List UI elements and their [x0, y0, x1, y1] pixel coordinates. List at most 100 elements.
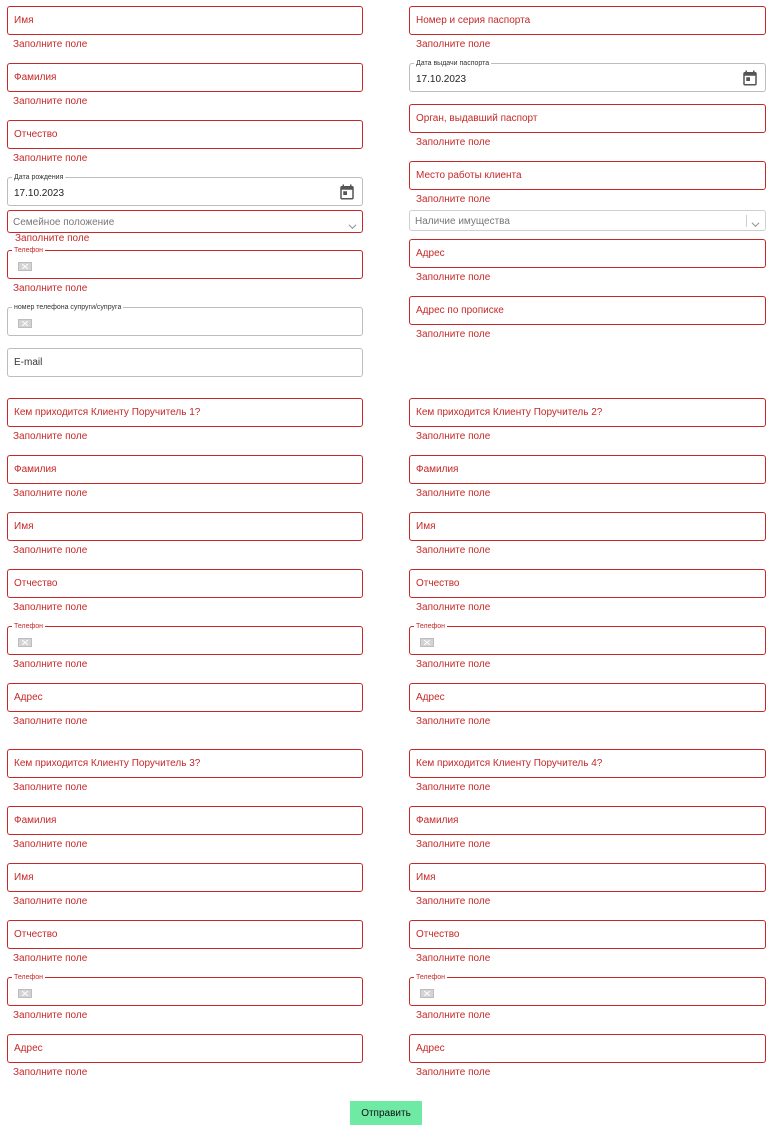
country-flag-icon[interactable]	[420, 989, 434, 998]
calendar-icon[interactable]	[741, 69, 759, 92]
marital-status-select[interactable]: Семейное положение	[7, 210, 363, 233]
guarantor-4-address-error: Заполните поле	[416, 1067, 491, 1078]
guarantor-4-relation-error: Заполните поле	[416, 782, 491, 793]
client-patronymic-error: Заполните поле	[13, 153, 88, 164]
guarantor-2-name-error: Заполните поле	[416, 545, 491, 556]
guarantor-1-relation-field[interactable]: Кем приходится Клиенту Поручитель 1?	[7, 398, 363, 427]
guarantor-4-address-field[interactable]: Адрес	[409, 1034, 766, 1063]
guarantor-3-surname-field[interactable]: Фамилия	[7, 806, 363, 835]
passport-issuer-placeholder: Орган, выдавший паспорт	[416, 113, 538, 124]
registration-address-error: Заполните поле	[416, 329, 491, 340]
guarantor-3-patronymic-placeholder: Отчество	[14, 929, 58, 940]
client-name-field[interactable]: Имя	[7, 6, 363, 35]
submit-button[interactable]: Отправить	[350, 1101, 422, 1125]
guarantor-1-relation-error: Заполните поле	[13, 431, 88, 442]
client-address-error: Заполните поле	[416, 272, 491, 283]
guarantor-2-patronymic-field[interactable]: Отчество	[409, 569, 766, 598]
client-surname-field[interactable]: Фамилия	[7, 63, 363, 92]
workplace-error: Заполните поле	[416, 194, 491, 205]
guarantor-1-relation-placeholder: Кем приходится Клиенту Поручитель 1?	[14, 407, 201, 418]
client-address-field[interactable]: Адрес	[409, 239, 766, 268]
guarantor-4-phone-field[interactable]: Телефон	[409, 973, 766, 1006]
passport-number-field[interactable]: Номер и серия паспорта	[409, 6, 766, 35]
guarantor-4-surname-error: Заполните поле	[416, 839, 491, 850]
guarantor-2-address-error: Заполните поле	[416, 716, 491, 727]
guarantor-1-patronymic-placeholder: Отчество	[14, 578, 58, 589]
client-surname-error: Заполните поле	[13, 96, 88, 107]
property-select[interactable]: Наличие имущества	[409, 210, 766, 231]
guarantor-2-relation-field[interactable]: Кем приходится Клиенту Поручитель 2?	[409, 398, 766, 427]
client-patronymic-field[interactable]: Отчество	[7, 120, 363, 149]
passport-date-value: 17.10.2023	[416, 74, 467, 85]
guarantor-3-name-error: Заполните поле	[13, 896, 88, 907]
client-phone-field[interactable]: Телефон	[7, 246, 363, 279]
guarantor-4-patronymic-placeholder: Отчество	[416, 929, 460, 940]
guarantor-3-phone-field[interactable]: Телефон	[7, 973, 363, 1006]
client-phone-error: Заполните поле	[13, 283, 88, 294]
email-field[interactable]: E-mail	[7, 348, 363, 377]
guarantor-1-phone-error: Заполните поле	[13, 659, 88, 670]
country-flag-icon[interactable]	[420, 638, 434, 647]
workplace-placeholder: Место работы клиента	[416, 170, 522, 181]
guarantor-2-phone-field[interactable]: Телефон	[409, 622, 766, 655]
guarantor-3-name-field[interactable]: Имя	[7, 863, 363, 892]
guarantor-2-surname-field[interactable]: Фамилия	[409, 455, 766, 484]
passport-number-error: Заполните поле	[416, 39, 491, 50]
country-flag-icon[interactable]	[18, 989, 32, 998]
guarantor-3-surname-placeholder: Фамилия	[14, 815, 57, 826]
workplace-field[interactable]: Место работы клиента	[409, 161, 766, 190]
guarantor-4-patronymic-field[interactable]: Отчество	[409, 920, 766, 949]
guarantor-3-patronymic-field[interactable]: Отчество	[7, 920, 363, 949]
guarantor-4-surname-field[interactable]: Фамилия	[409, 806, 766, 835]
client-surname-placeholder: Фамилия	[14, 72, 57, 83]
calendar-icon[interactable]	[338, 183, 356, 206]
registration-address-field[interactable]: Адрес по прописке	[409, 296, 766, 325]
guarantor-3-relation-field[interactable]: Кем приходится Клиенту Поручитель 3?	[7, 749, 363, 778]
guarantor-2-name-placeholder: Имя	[416, 521, 436, 532]
passport-issuer-field[interactable]: Орган, выдавший паспорт	[409, 104, 766, 133]
guarantor-2-address-placeholder: Адрес	[416, 692, 445, 703]
guarantor-1-address-field[interactable]: Адрес	[7, 683, 363, 712]
guarantor-4-phone-label: Телефон	[414, 973, 448, 982]
guarantor-1-surname-field[interactable]: Фамилия	[7, 455, 363, 484]
guarantor-4-name-placeholder: Имя	[416, 872, 436, 883]
guarantor-4-patronymic-error: Заполните поле	[416, 953, 491, 964]
guarantor-3-phone-label: Телефон	[12, 973, 46, 982]
guarantor-4-name-field[interactable]: Имя	[409, 863, 766, 892]
guarantor-1-phone-field[interactable]: Телефон	[7, 622, 363, 655]
guarantor-2-surname-error: Заполните поле	[416, 488, 491, 499]
country-flag-icon[interactable]	[18, 319, 32, 328]
guarantor-3-name-placeholder: Имя	[14, 872, 34, 883]
passport-issuer-error: Заполните поле	[416, 137, 491, 148]
client-name-error: Заполните поле	[13, 39, 88, 50]
birth-date-field[interactable]: Дата рождения 17.10.2023	[7, 173, 363, 206]
guarantor-1-name-error: Заполните поле	[13, 545, 88, 556]
marital-status-placeholder: Семейное положение	[13, 217, 115, 228]
guarantor-2-relation-placeholder: Кем приходится Клиенту Поручитель 2?	[416, 407, 603, 418]
passport-date-field[interactable]: Дата выдачи паспорта 17.10.2023	[409, 59, 766, 92]
guarantor-2-name-field[interactable]: Имя	[409, 512, 766, 541]
guarantor-2-phone-error: Заполните поле	[416, 659, 491, 670]
client-name-placeholder: Имя	[14, 15, 34, 26]
marital-status-error: Заполните поле	[15, 233, 90, 244]
guarantor-2-address-field[interactable]: Адрес	[409, 683, 766, 712]
guarantor-4-relation-field[interactable]: Кем приходится Клиенту Поручитель 4?	[409, 749, 766, 778]
guarantor-4-address-placeholder: Адрес	[416, 1043, 445, 1054]
guarantor-3-address-field[interactable]: Адрес	[7, 1034, 363, 1063]
guarantor-1-address-error: Заполните поле	[13, 716, 88, 727]
guarantor-4-name-error: Заполните поле	[416, 896, 491, 907]
country-flag-icon[interactable]	[18, 638, 32, 647]
guarantor-3-address-placeholder: Адрес	[14, 1043, 43, 1054]
spouse-phone-field[interactable]: номер телефона супруги/супруга	[7, 303, 363, 336]
client-address-placeholder: Адрес	[416, 248, 445, 259]
guarantor-1-patronymic-field[interactable]: Отчество	[7, 569, 363, 598]
country-flag-icon[interactable]	[18, 262, 32, 271]
guarantor-2-relation-error: Заполните поле	[416, 431, 491, 442]
guarantor-1-name-field[interactable]: Имя	[7, 512, 363, 541]
birth-date-value: 17.10.2023	[14, 188, 65, 199]
guarantor-3-relation-error: Заполните поле	[13, 782, 88, 793]
guarantor-3-patronymic-error: Заполните поле	[13, 953, 88, 964]
guarantor-3-relation-placeholder: Кем приходится Клиенту Поручитель 3?	[14, 758, 201, 769]
guarantor-2-patronymic-placeholder: Отчество	[416, 578, 460, 589]
guarantor-1-surname-error: Заполните поле	[13, 488, 88, 499]
